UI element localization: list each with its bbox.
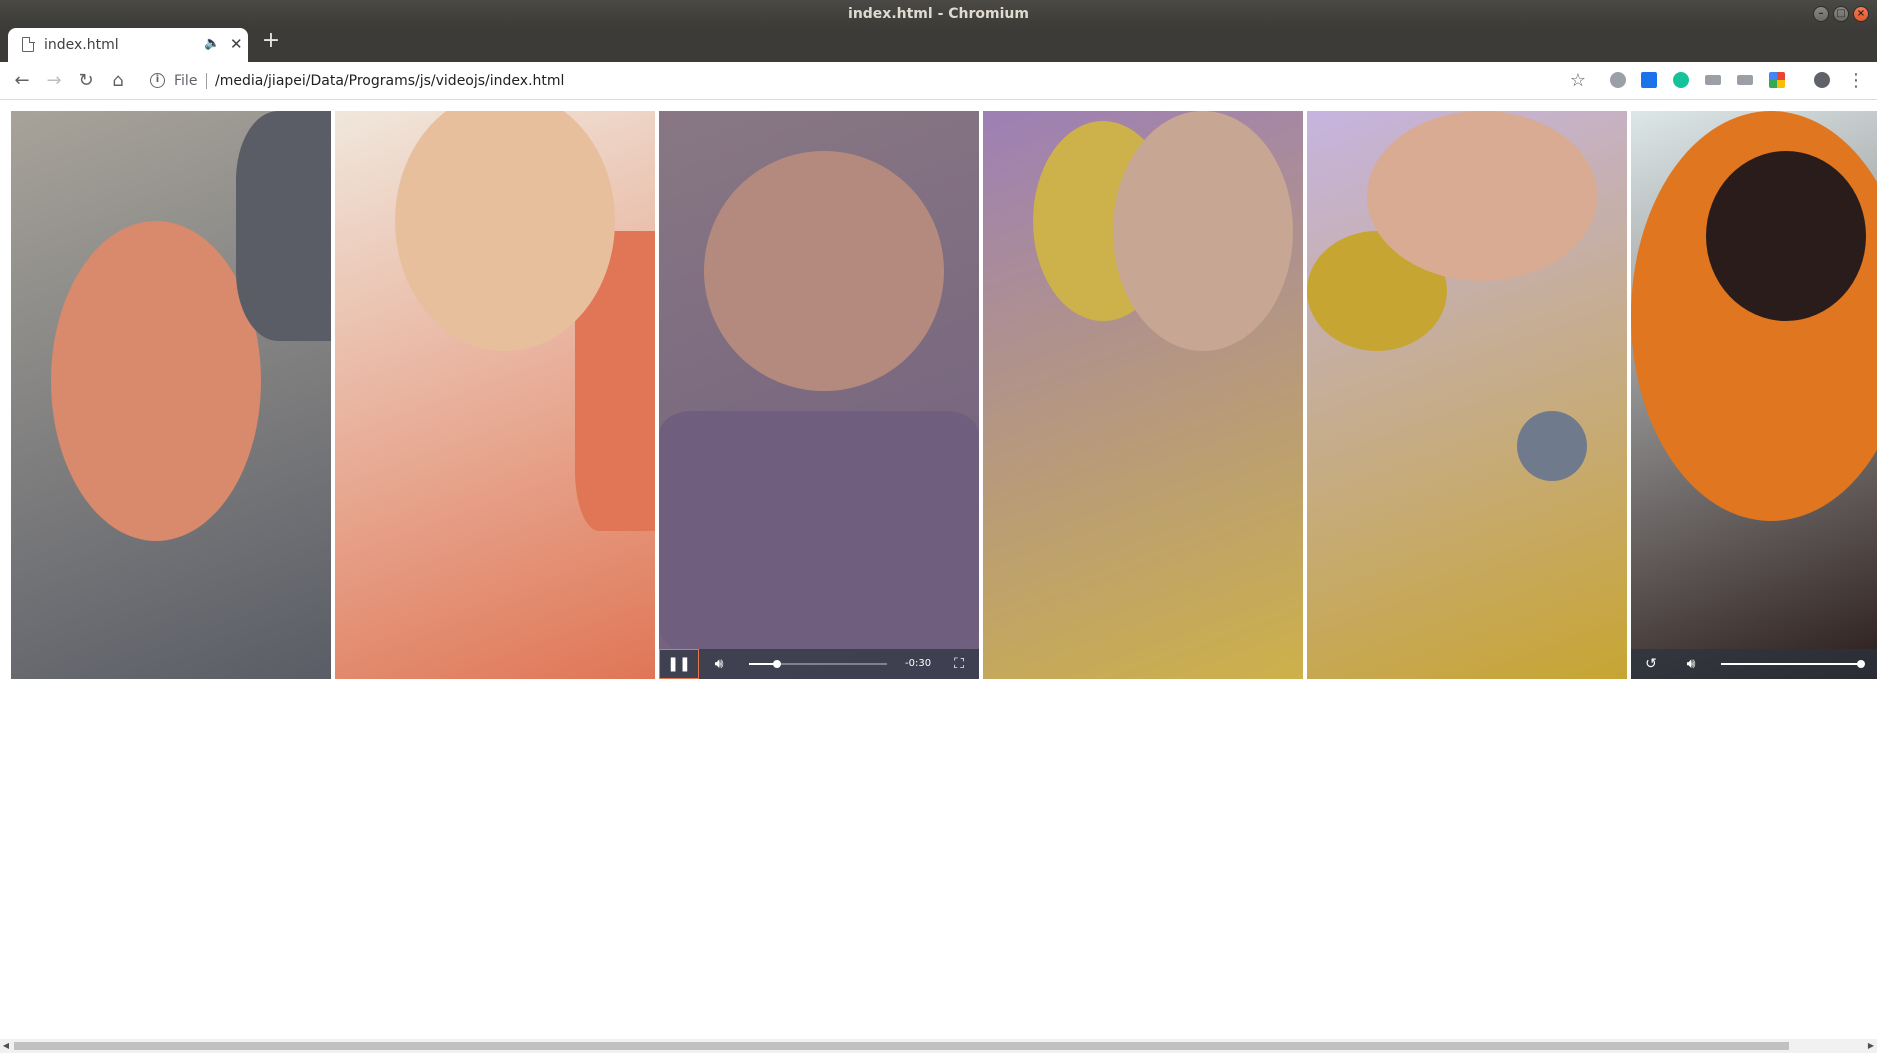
page-content: ❚❚ 🔊︎ -0:30 ⛶ ↺ 🔊︎ bbox=[0, 101, 1877, 1039]
video-detail bbox=[1706, 151, 1866, 321]
video-subject bbox=[51, 221, 261, 541]
horizontal-scrollbar[interactable]: ◀ ▶ bbox=[0, 1039, 1877, 1053]
scheme-label: File bbox=[174, 73, 198, 89]
video-player-4[interactable] bbox=[983, 111, 1303, 679]
drain-plug bbox=[1517, 411, 1587, 481]
url-text[interactable]: /media/jiapei/Data/Programs/js/videojs/i… bbox=[215, 66, 564, 96]
extension-icon-4[interactable] bbox=[1705, 75, 1721, 85]
scrollbar-thumb[interactable] bbox=[14, 1042, 1789, 1050]
page-icon bbox=[22, 36, 35, 52]
back-arrow-icon[interactable]: ← bbox=[9, 68, 35, 94]
volume-slider[interactable] bbox=[1721, 660, 1865, 668]
video-subject bbox=[1367, 111, 1597, 281]
video-player-2[interactable] bbox=[335, 111, 655, 679]
minimize-button[interactable]: – bbox=[1813, 6, 1829, 22]
menu-kebab-icon[interactable]: ⋮ bbox=[1843, 68, 1869, 94]
video-player-1[interactable] bbox=[11, 111, 331, 679]
video-control-bar: ↺ 🔊︎ bbox=[1631, 649, 1877, 679]
reload-icon[interactable]: ↻ bbox=[73, 68, 99, 94]
bookmark-star-icon[interactable]: ☆ bbox=[1565, 68, 1591, 94]
extension-icon-3[interactable] bbox=[1673, 72, 1689, 88]
close-window-button[interactable]: × bbox=[1853, 6, 1869, 22]
extension-icon-6[interactable] bbox=[1769, 72, 1785, 88]
extension-icon-1[interactable] bbox=[1610, 72, 1626, 88]
info-icon[interactable]: i bbox=[150, 73, 165, 88]
scroll-left-icon[interactable]: ◀ bbox=[0, 1039, 12, 1053]
scheme-separator bbox=[206, 73, 207, 89]
browser-toolbar: ← → ↻ ⌂ i File /media/jiapei/Data/Progra… bbox=[0, 62, 1877, 100]
video-control-bar: ❚❚ 🔊︎ -0:30 ⛶ bbox=[659, 649, 979, 679]
close-tab-icon[interactable]: ✕ bbox=[230, 35, 243, 53]
volume-icon[interactable]: 🔊︎ bbox=[699, 649, 739, 679]
video-subject bbox=[1113, 111, 1293, 351]
extension-icon-2[interactable] bbox=[1641, 72, 1657, 88]
video-detail bbox=[659, 411, 979, 651]
audio-playing-icon[interactable]: 🔈 bbox=[204, 36, 220, 51]
seek-bar-handle[interactable] bbox=[772, 660, 781, 668]
remaining-time: -0:30 bbox=[905, 658, 932, 669]
seek-bar[interactable] bbox=[749, 660, 887, 668]
fullscreen-icon[interactable]: ⛶ bbox=[939, 649, 979, 679]
tab-title: index.html bbox=[44, 37, 119, 53]
video-player-3[interactable]: ❚❚ 🔊︎ -0:30 ⛶ bbox=[659, 111, 979, 679]
forward-arrow-icon[interactable]: → bbox=[41, 68, 67, 94]
window-titlebar: index.html - Chromium – □ × bbox=[0, 0, 1877, 28]
scroll-right-icon[interactable]: ▶ bbox=[1865, 1039, 1877, 1053]
tab-index-html[interactable]: index.html 🔈 ✕ bbox=[8, 28, 248, 62]
new-tab-button[interactable]: + bbox=[260, 30, 282, 52]
address-bar[interactable]: i File /media/jiapei/Data/Programs/js/vi… bbox=[140, 66, 1585, 96]
pause-icon[interactable]: ❚❚ bbox=[659, 649, 699, 679]
volume-level bbox=[1721, 663, 1861, 665]
video-player-5[interactable] bbox=[1307, 111, 1627, 679]
profile-avatar[interactable] bbox=[1814, 72, 1830, 88]
home-icon[interactable]: ⌂ bbox=[105, 68, 131, 94]
video-player-6[interactable]: ↺ 🔊︎ bbox=[1631, 111, 1877, 679]
volume-icon[interactable]: 🔊︎ bbox=[1671, 649, 1711, 679]
video-subject bbox=[704, 151, 944, 391]
extension-icon-5[interactable] bbox=[1737, 75, 1753, 85]
video-detail bbox=[236, 111, 331, 341]
window-title: index.html - Chromium bbox=[848, 6, 1029, 22]
replay-icon[interactable]: ↺ bbox=[1631, 649, 1671, 679]
maximize-button[interactable]: □ bbox=[1833, 6, 1849, 22]
volume-handle[interactable] bbox=[1857, 660, 1865, 668]
window-controls: – □ × bbox=[1813, 6, 1869, 22]
